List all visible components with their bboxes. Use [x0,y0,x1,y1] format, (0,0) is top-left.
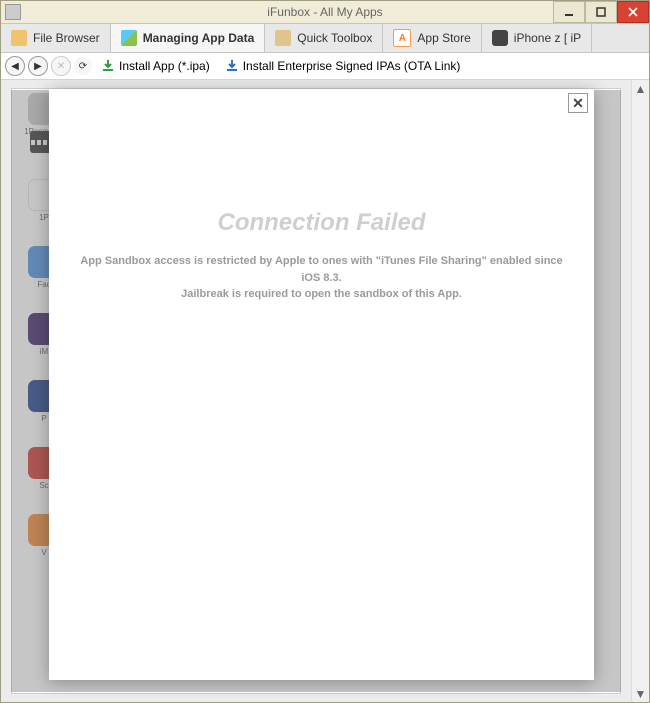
nav-forward-button[interactable]: ▶ [28,56,48,76]
install-app-button[interactable]: Install App (*.ipa) [95,57,216,75]
minimize-button[interactable] [553,1,585,23]
modal-title: Connection Failed [49,209,594,237]
tab-label: iPhone z [ iP [514,31,581,45]
app-icon [5,4,21,20]
nav-back-button[interactable]: ◀ [5,56,25,76]
install-enterprise-button[interactable]: Install Enterprise Signed IPAs (OTA Link… [219,57,467,75]
tab-managing-app-data[interactable]: Managing App Data [111,24,266,52]
tab-quick-toolbox[interactable]: Quick Toolbox [265,24,383,52]
modal-close-button[interactable]: ✕ [568,93,588,113]
close-button[interactable] [617,1,649,23]
phone-icon [492,30,508,46]
maximize-icon [596,7,606,17]
grid-icon [121,30,137,46]
maximize-button[interactable] [585,1,617,23]
refresh-icon: ⟳ [79,61,87,72]
folder-icon [11,30,27,46]
toolbox-icon [275,30,291,46]
chevron-right-icon: ▶ [34,61,42,72]
toolbar: ◀ ▶ ✕ ⟳ Install App (*.ipa) Install Ente… [1,53,649,80]
tab-label: App Store [417,31,470,45]
install-app-label: Install App (*.ipa) [119,59,210,73]
x-icon: ✕ [57,61,65,72]
tab-device-iphone[interactable]: iPhone z [ iP [482,24,592,52]
install-enterprise-label: Install Enterprise Signed IPAs (OTA Link… [243,59,461,73]
download-icon [225,59,239,73]
chevron-left-icon: ◀ [11,61,19,72]
minimize-icon [564,7,574,17]
scroll-up-icon[interactable]: ▲ [632,80,649,97]
tabbar: File Browser Managing App Data Quick Too… [1,23,649,53]
nav-refresh-button[interactable]: ⟳ [74,57,92,75]
tab-file-browser[interactable]: File Browser [1,24,111,52]
nav-cancel-button[interactable]: ✕ [51,56,71,76]
modal-message: App Sandbox access is restricted by Appl… [49,253,594,303]
content-area: 1Password Documents iCabMobile iMore VLC… [1,80,649,702]
vertical-scrollbar[interactable]: ▲ ▼ [631,80,649,702]
tab-label: Quick Toolbox [297,31,372,45]
close-icon [628,7,638,17]
app-window: iFunbox - All My Apps File Browser Manag… [0,0,650,703]
titlebar: iFunbox - All My Apps [1,1,649,23]
tab-label: File Browser [33,31,100,45]
download-icon [101,59,115,73]
window-title: iFunbox - All My Apps [1,5,649,19]
appstore-icon [393,29,411,47]
close-icon: ✕ [572,95,584,112]
tab-label: Managing App Data [143,31,255,45]
window-buttons [553,1,649,23]
connection-failed-modal: ✕ Connection Failed App Sandbox access i… [49,89,594,680]
tab-app-store[interactable]: App Store [383,24,481,52]
scroll-down-icon[interactable]: ▼ [632,685,649,702]
